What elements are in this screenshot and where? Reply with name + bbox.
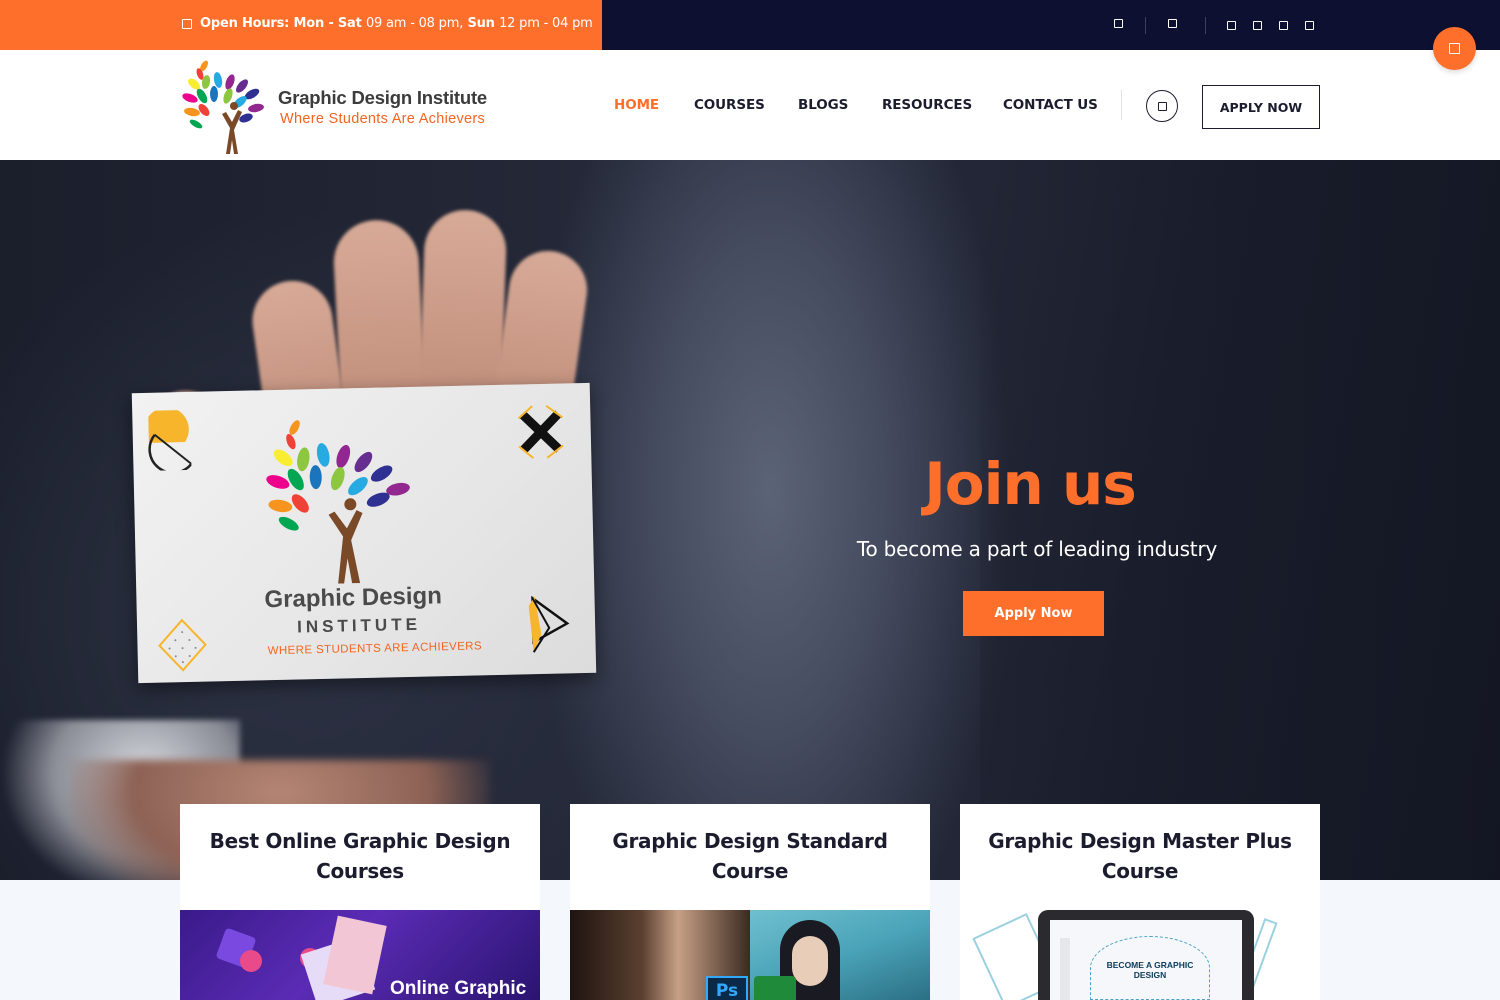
nav-divider (1121, 90, 1122, 120)
gear-icon (240, 950, 262, 972)
course-card[interactable]: Graphic Design Master Plus Course BECOME … (960, 804, 1320, 1000)
course-card[interactable]: Best Online Graphic Design Courses Online… (180, 804, 540, 1000)
hours-label-sunday: Sun (467, 16, 495, 31)
email-icon[interactable] (1168, 19, 1177, 28)
course-thumbnail[interactable]: Online Graphic (180, 910, 540, 1000)
twitter-icon[interactable] (1253, 21, 1262, 30)
open-hours: Open Hours: Mon - Sat 09 am - 08 pm, Sun… (182, 16, 593, 31)
course-card[interactable]: Graphic Design Standard Course Ps (570, 804, 930, 1000)
phone-icon[interactable] (1114, 19, 1123, 28)
menu-icon (1449, 43, 1460, 54)
thumbnail-caption: Online Graphic (390, 978, 527, 999)
apply-now-button[interactable]: APPLY NOW (1202, 85, 1320, 129)
card-tagline: WHERE STUDENTS ARE ACHIEVERS (267, 640, 483, 658)
pen-tool-icon (528, 595, 570, 653)
floating-action-button[interactable] (1433, 27, 1476, 70)
brand-name: Graphic Design Institute (278, 87, 488, 108)
hero-apply-now-button[interactable]: Apply Now (963, 591, 1104, 636)
hero-title: Join us (924, 450, 1137, 518)
diamond-pattern-icon (158, 618, 207, 672)
course-thumbnail[interactable]: BECOME A GRAPHIC DESIGN (960, 910, 1320, 1000)
card-subtitle: INSTITUTE (296, 614, 422, 637)
nav-item-blogs[interactable]: BLOGS (798, 97, 848, 113)
top-bar: Open Hours: Mon - Sat 09 am - 08 pm, Sun… (0, 0, 1500, 50)
card-title: Graphic Design (264, 582, 443, 614)
nav-item-resources[interactable]: RESOURCES (882, 97, 972, 113)
page: Open Hours: Mon - Sat 09 am - 08 pm, Sun… (0, 0, 1500, 1000)
x-shape-icon (517, 405, 564, 459)
nav-item-courses[interactable]: COURSES (694, 97, 765, 113)
brand-tagline: Where Students Are Achievers (280, 111, 486, 127)
divider (1205, 17, 1206, 34)
nav-item-contact-us[interactable]: CONTACT US (1003, 97, 1098, 113)
hero-banner: Graphic Design INSTITUTE WHERE STUDENTS … (0, 160, 1500, 880)
hours-value-sunday: 12 pm - 04 pm (499, 16, 593, 31)
coreldraw-icon (754, 976, 796, 1000)
course-thumbnail[interactable]: Ps (570, 910, 930, 1000)
hours-label: Open Hours: Mon - Sat (200, 16, 362, 31)
search-icon (1157, 101, 1167, 111)
photoshop-icon: Ps (706, 976, 748, 1000)
pie-shape-icon (148, 409, 192, 472)
open-hours-bar: Open Hours: Mon - Sat 09 am - 08 pm, Sun… (0, 0, 602, 50)
search-button[interactable] (1146, 90, 1178, 122)
business-card-image: Graphic Design INSTITUTE WHERE STUDENTS … (131, 382, 597, 684)
course-title: Best Online Graphic Design Courses (209, 829, 511, 883)
facebook-icon[interactable] (1227, 21, 1236, 30)
hero-subtitle: To become a part of leading industry (856, 537, 1218, 561)
linkedin-icon[interactable] (1279, 21, 1288, 30)
clock-icon (182, 18, 192, 29)
hero-overlay (980, 160, 1500, 880)
course-title: Graphic Design Standard Course (612, 829, 888, 883)
hours-value: 09 am - 08 pm, (365, 16, 464, 31)
tree-logo-icon[interactable] (182, 58, 272, 154)
instagram-icon[interactable] (1305, 21, 1314, 30)
course-title: Graphic Design Master Plus Course (988, 829, 1292, 883)
divider (1145, 17, 1146, 34)
card-tree-logo-icon (266, 420, 410, 584)
nav-item-home[interactable]: HOME (614, 97, 659, 113)
